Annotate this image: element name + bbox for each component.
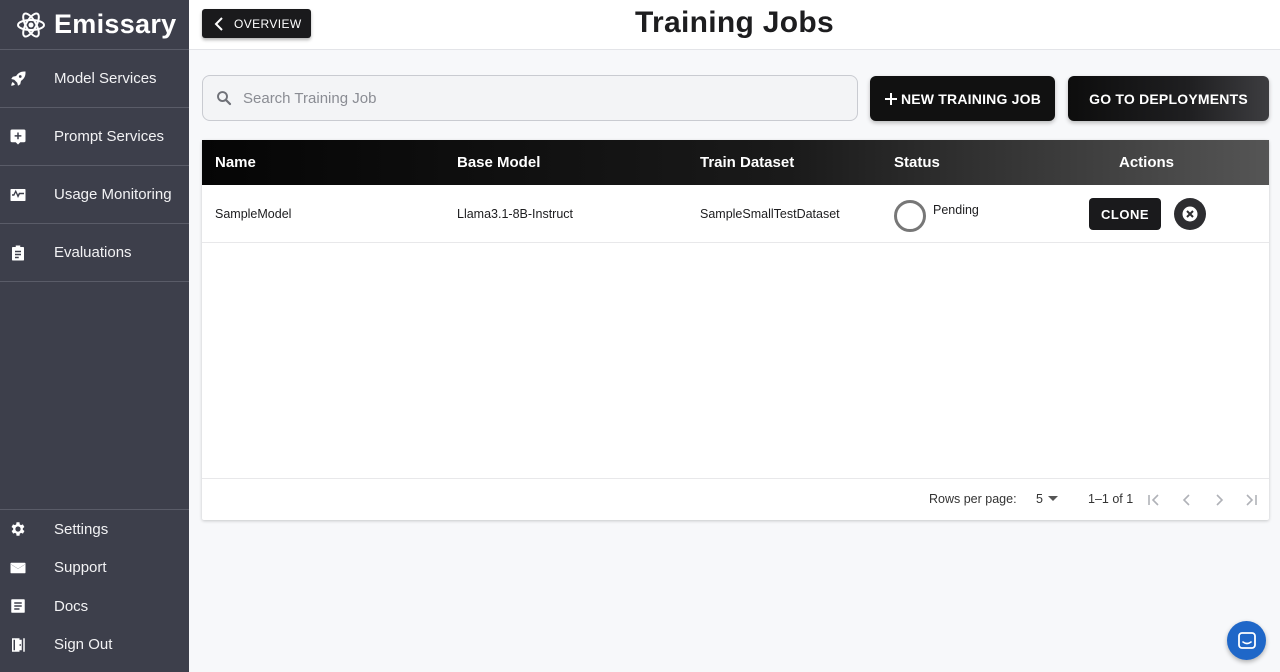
top-header: OVERVIEW Training Jobs <box>189 0 1280 50</box>
sidebar-item-label: Evaluations <box>54 244 132 261</box>
sidebar-item-evaluations[interactable]: Evaluations <box>0 224 189 282</box>
clipboard-icon <box>0 244 54 262</box>
sidebar-item-model-services[interactable]: Model Services <box>0 50 189 108</box>
cancel-job-button[interactable] <box>1174 198 1206 230</box>
first-page-button[interactable] <box>1144 490 1164 510</box>
last-page-button[interactable] <box>1241 490 1261 510</box>
sidebar-item-label: Model Services <box>54 70 157 87</box>
add-box-icon <box>0 128 54 146</box>
last-page-icon <box>1246 494 1257 506</box>
mail-icon <box>0 559 54 577</box>
column-header-status[interactable]: Status <box>894 154 940 171</box>
sidebar-item-sign-out[interactable]: Sign Out <box>0 626 189 665</box>
column-header-actions: Actions <box>1119 154 1175 171</box>
rocket-icon <box>0 70 54 88</box>
sidebar-item-support[interactable]: Support <box>0 549 189 588</box>
pending-spinner-icon <box>894 199 926 232</box>
column-header-train-dataset[interactable]: Train Dataset <box>700 154 794 171</box>
first-page-icon <box>1148 494 1159 506</box>
page-title: Training Jobs <box>635 6 834 39</box>
go-to-deployments-label: GO TO DEPLOYMENTS <box>1089 90 1248 107</box>
table-header: Name Base Model Train Dataset Status Act… <box>202 140 1269 185</box>
sidebar-item-docs[interactable]: Docs <box>0 587 189 626</box>
column-header-name[interactable]: Name <box>215 154 256 171</box>
next-page-button[interactable] <box>1209 490 1229 510</box>
column-header-base-model[interactable]: Base Model <box>457 154 540 171</box>
job-name: SampleModel <box>215 206 292 221</box>
search-icon <box>217 91 232 106</box>
rows-per-page-label: Rows per page: <box>929 492 1017 506</box>
sidebar-item-label: Prompt Services <box>54 128 165 145</box>
pagination: Rows per page: 5 1–1 of 1 <box>202 478 1269 520</box>
page-range: 1–1 of 1 <box>1088 492 1134 506</box>
sidebar-item-settings[interactable]: Settings <box>0 510 189 549</box>
table-row[interactable]: SampleModel Llama3.1-8B-Instruct SampleS… <box>202 185 1269 243</box>
brand-name: Emissary <box>54 9 177 39</box>
sidebar-item-label: Settings <box>54 520 109 538</box>
monitoring-icon <box>0 186 54 204</box>
new-training-job-label: NEW TRAINING JOB <box>900 90 1042 107</box>
rows-per-page-value: 5 <box>1036 492 1043 506</box>
rows-per-page-select[interactable]: 5 <box>1036 492 1058 506</box>
brand[interactable]: Emissary <box>0 0 189 50</box>
search-box <box>202 75 858 121</box>
sidebar-item-prompt-services[interactable]: Prompt Services <box>0 108 189 166</box>
close-circle-icon <box>1182 206 1198 222</box>
document-icon <box>0 597 54 615</box>
sidebar-item-usage-monitoring[interactable]: Usage Monitoring <box>0 166 189 224</box>
sidebar: Emissary Model Services Prompt Services … <box>0 0 189 672</box>
job-status: Pending <box>894 196 979 232</box>
sidebar-item-label: Docs <box>54 597 89 615</box>
chat-icon <box>1237 631 1256 649</box>
job-base-model: Llama3.1-8B-Instruct <box>457 206 574 221</box>
gear-icon <box>0 520 54 538</box>
chat-support-button[interactable] <box>1227 621 1266 660</box>
plus-icon <box>884 92 897 105</box>
sidebar-item-label: Support <box>54 559 107 577</box>
sidebar-item-label: Sign Out <box>54 636 113 654</box>
new-training-job-button[interactable]: NEW TRAINING JOB <box>870 76 1055 121</box>
search-input[interactable] <box>243 89 823 107</box>
sidebar-bottom-menu: Settings Support Docs Sign Out <box>0 509 189 664</box>
status-text: Pending <box>933 202 979 217</box>
previous-page-button[interactable] <box>1177 490 1197 510</box>
exit-door-icon <box>0 636 54 654</box>
sidebar-item-label: Usage Monitoring <box>54 186 172 203</box>
caret-down-icon <box>1047 496 1058 501</box>
chevron-right-icon <box>1216 494 1224 506</box>
atom-icon <box>16 10 46 40</box>
go-to-deployments-button[interactable]: GO TO DEPLOYMENTS <box>1068 76 1269 121</box>
clone-button[interactable]: CLONE <box>1089 198 1161 230</box>
chevron-left-icon <box>1182 494 1190 506</box>
job-dataset: SampleSmallTestDataset <box>700 206 840 221</box>
training-jobs-table: Name Base Model Train Dataset Status Act… <box>202 140 1269 520</box>
